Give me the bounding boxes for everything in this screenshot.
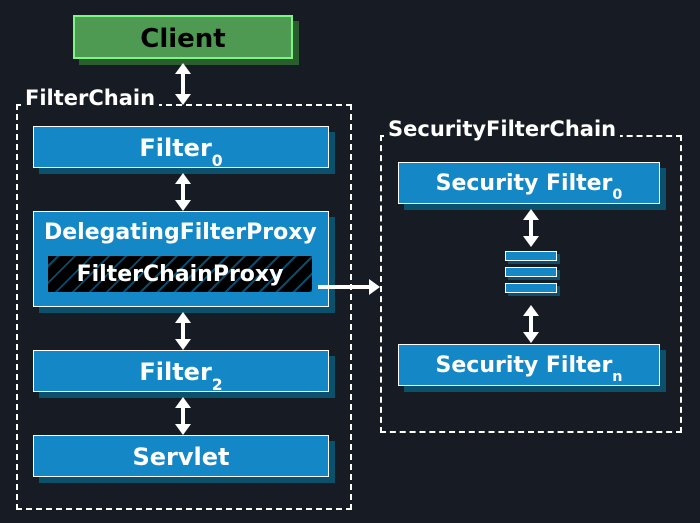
filter0-label-sub: 0 [212,152,223,170]
filter-chain-proxy-box: FilterChainProxy [46,254,314,294]
security-filtern-box: Security Filtern [398,344,660,386]
arrow-filter0-delegating [173,174,193,210]
security-filter0-label-base: Security Filter [436,171,613,196]
filter2-box: Filter2 [33,350,329,392]
filter0-box: Filter0 [33,126,329,168]
servlet-label: Servlet [132,443,229,471]
security-filtern-label-base: Security Filter [436,353,613,378]
client-box: Client [73,15,293,59]
security-filter-ellipsis [505,251,557,293]
arrow-client-filter0 [173,64,193,104]
filter2-label-sub: 2 [212,376,223,394]
filterchain-title: FilterChain [21,86,159,110]
filter-chain-proxy-label: FilterChainProxy [77,262,284,287]
security-filter0-box: Security Filter0 [398,162,660,204]
arrow-filter2-servlet [173,398,193,434]
arrow-ellipsis-sfn [521,306,541,342]
arrow-delegating-filter2 [173,313,193,349]
client-label: Client [140,24,225,54]
arrow-sf0-ellipsis [521,210,541,246]
arrow-proxy-to-security [318,285,370,289]
ellipsis-bar [505,251,557,261]
ellipsis-bar [505,283,557,293]
servlet-box: Servlet [33,435,329,477]
security-filter0-label-sub: 0 [612,187,622,203]
security-filtern-label-sub: n [612,369,622,385]
filter2-label-base: Filter [139,358,211,386]
security-filterchain-title: SecurityFilterChain [384,117,620,141]
filter0-label-base: Filter [139,134,211,162]
delegating-filter-proxy-label: DelegatingFilterProxy [34,212,328,245]
ellipsis-bar [505,267,557,277]
